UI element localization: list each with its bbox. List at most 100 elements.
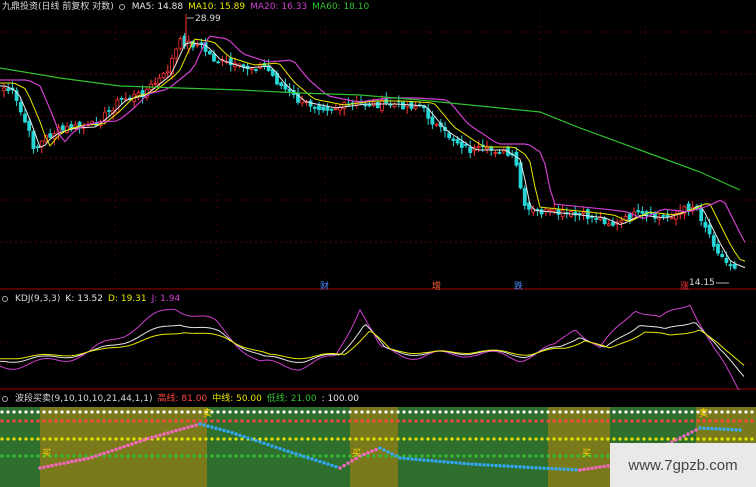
ma60-line bbox=[0, 67, 741, 191]
ref-dot-3-464 bbox=[462, 454, 466, 458]
ref-dot-1-410 bbox=[408, 419, 412, 423]
wave-point-556 bbox=[554, 467, 558, 471]
ref-dot-2-482 bbox=[480, 437, 484, 441]
ref-dot-0-224 bbox=[222, 410, 226, 414]
ref-dot-0-716 bbox=[714, 410, 718, 414]
ref-dot-2-86 bbox=[84, 437, 88, 441]
ref-dot-2-692 bbox=[690, 437, 694, 441]
wave-point-260 bbox=[258, 440, 262, 444]
wave-point-544 bbox=[542, 466, 546, 470]
ref-dot-2-92 bbox=[90, 437, 94, 441]
ref-dot-1-704 bbox=[702, 419, 706, 423]
wave-point-200 bbox=[198, 422, 202, 426]
ref-dot-1-92 bbox=[90, 419, 94, 423]
settings-dot-icon[interactable] bbox=[2, 396, 8, 402]
ref-dot-1-20 bbox=[18, 419, 22, 423]
ref-dot-1-686 bbox=[684, 419, 688, 423]
wave-point-452 bbox=[450, 460, 454, 464]
candle-body-172 bbox=[724, 257, 729, 263]
ref-dot-3-188 bbox=[186, 454, 190, 458]
kdj-panel[interactable]: KDJ(9,3,3) K: 13.52 D: 19.31 J: 1.94 bbox=[0, 290, 756, 390]
ref-dot-0-68 bbox=[66, 410, 70, 414]
ref-dot-0-494 bbox=[492, 410, 496, 414]
ref-dot-1-242 bbox=[240, 419, 244, 423]
settings-dot-icon[interactable] bbox=[118, 4, 125, 10]
kdj-chart[interactable] bbox=[0, 290, 756, 390]
ref-dot-0-182 bbox=[180, 410, 184, 414]
ref-dot-0-44 bbox=[42, 410, 46, 414]
ma5-label: MA5: 14.88 bbox=[131, 2, 184, 12]
ref-dot-1-26 bbox=[24, 419, 28, 423]
ref-dot-3-470 bbox=[468, 454, 472, 458]
ref-dot-0-446 bbox=[444, 410, 448, 414]
wave-point-316 bbox=[314, 458, 318, 462]
ref-dot-1-716 bbox=[714, 419, 718, 423]
ref-dot-1-326 bbox=[324, 419, 328, 423]
ref-dot-1-632 bbox=[630, 419, 634, 423]
candle-body-51 bbox=[216, 61, 221, 64]
wave-point-212 bbox=[210, 425, 214, 429]
ref-dot-2-446 bbox=[444, 437, 448, 441]
wave-point-448 bbox=[446, 460, 450, 464]
ref-dot-1-110 bbox=[108, 419, 112, 423]
ref-dot-3-374 bbox=[372, 454, 376, 458]
ref-dot-0-572 bbox=[570, 410, 574, 414]
wave-point-472 bbox=[470, 462, 474, 466]
wave-point-444 bbox=[442, 460, 446, 464]
candle-body-122 bbox=[514, 151, 519, 166]
ref-dot-0-242 bbox=[240, 410, 244, 414]
wave-point-480 bbox=[478, 463, 482, 467]
ref-dot-0-122 bbox=[120, 410, 124, 414]
ref-dot-3-254 bbox=[252, 454, 256, 458]
wave-point-60 bbox=[58, 462, 62, 466]
candlestick-panel[interactable]: 九鼎投资(日线 前复权 对数) MA5: 14.88 MA10: 15.89 M… bbox=[0, 0, 756, 292]
ref-dot-0-740 bbox=[738, 410, 742, 414]
settings-dot-icon[interactable] bbox=[2, 296, 8, 302]
ref-dot-1-488 bbox=[486, 419, 490, 423]
ref-dot-0-404 bbox=[402, 410, 406, 414]
ref-dot-3-248 bbox=[246, 454, 250, 458]
ref-dot-2-452 bbox=[450, 437, 454, 441]
candle-body-144 bbox=[606, 223, 611, 226]
ref-dot-1-608 bbox=[606, 419, 610, 423]
ref-dot-1-518 bbox=[516, 419, 520, 423]
ref-dot-1-626 bbox=[624, 419, 628, 423]
ref-dot-2-428 bbox=[426, 437, 430, 441]
ref-dot-0-386 bbox=[384, 410, 388, 414]
wave-point-376 bbox=[374, 448, 378, 452]
candle-body-173 bbox=[728, 264, 733, 267]
ref-dot-2-374 bbox=[372, 437, 376, 441]
ref-dot-0-278 bbox=[276, 410, 280, 414]
ref-dot-0-470 bbox=[468, 410, 472, 414]
ref-dot-1-308 bbox=[306, 419, 310, 423]
ref-dot-1-104 bbox=[102, 419, 106, 423]
ref-dot-2-470 bbox=[468, 437, 472, 441]
ref-dot-3-416 bbox=[414, 454, 418, 458]
candle-body-174 bbox=[732, 263, 737, 269]
candle-body-74 bbox=[312, 107, 317, 109]
wave-point-404 bbox=[402, 456, 406, 460]
ref-dot-2-20 bbox=[18, 437, 22, 441]
ref-dot-0-476 bbox=[474, 410, 478, 414]
ref-dot-3-26 bbox=[24, 454, 28, 458]
ref-dot-2-290 bbox=[288, 437, 292, 441]
wave-point-304 bbox=[302, 454, 306, 458]
wave-point-492 bbox=[490, 463, 494, 467]
wave-point-176 bbox=[174, 429, 178, 433]
candlestick-chart[interactable] bbox=[0, 0, 756, 290]
ref-dot-1-2 bbox=[0, 419, 4, 423]
ref-dot-1-368 bbox=[366, 419, 370, 423]
ref-dot-1-638 bbox=[636, 419, 640, 423]
ref-dot-2-332 bbox=[330, 437, 334, 441]
ref-dot-0-50 bbox=[48, 410, 52, 414]
ref-dot-0-578 bbox=[576, 410, 580, 414]
ref-dot-1-200 bbox=[198, 419, 202, 423]
ref-dot-3-8 bbox=[6, 454, 10, 458]
ref-dot-2-614 bbox=[612, 437, 616, 441]
ref-dot-2-182 bbox=[180, 437, 184, 441]
wave-point-692 bbox=[690, 430, 694, 434]
candle-body-38 bbox=[161, 72, 166, 78]
candle-body-66 bbox=[279, 82, 284, 87]
candle-body-75 bbox=[317, 105, 321, 110]
ref-dot-2-326 bbox=[324, 437, 328, 441]
